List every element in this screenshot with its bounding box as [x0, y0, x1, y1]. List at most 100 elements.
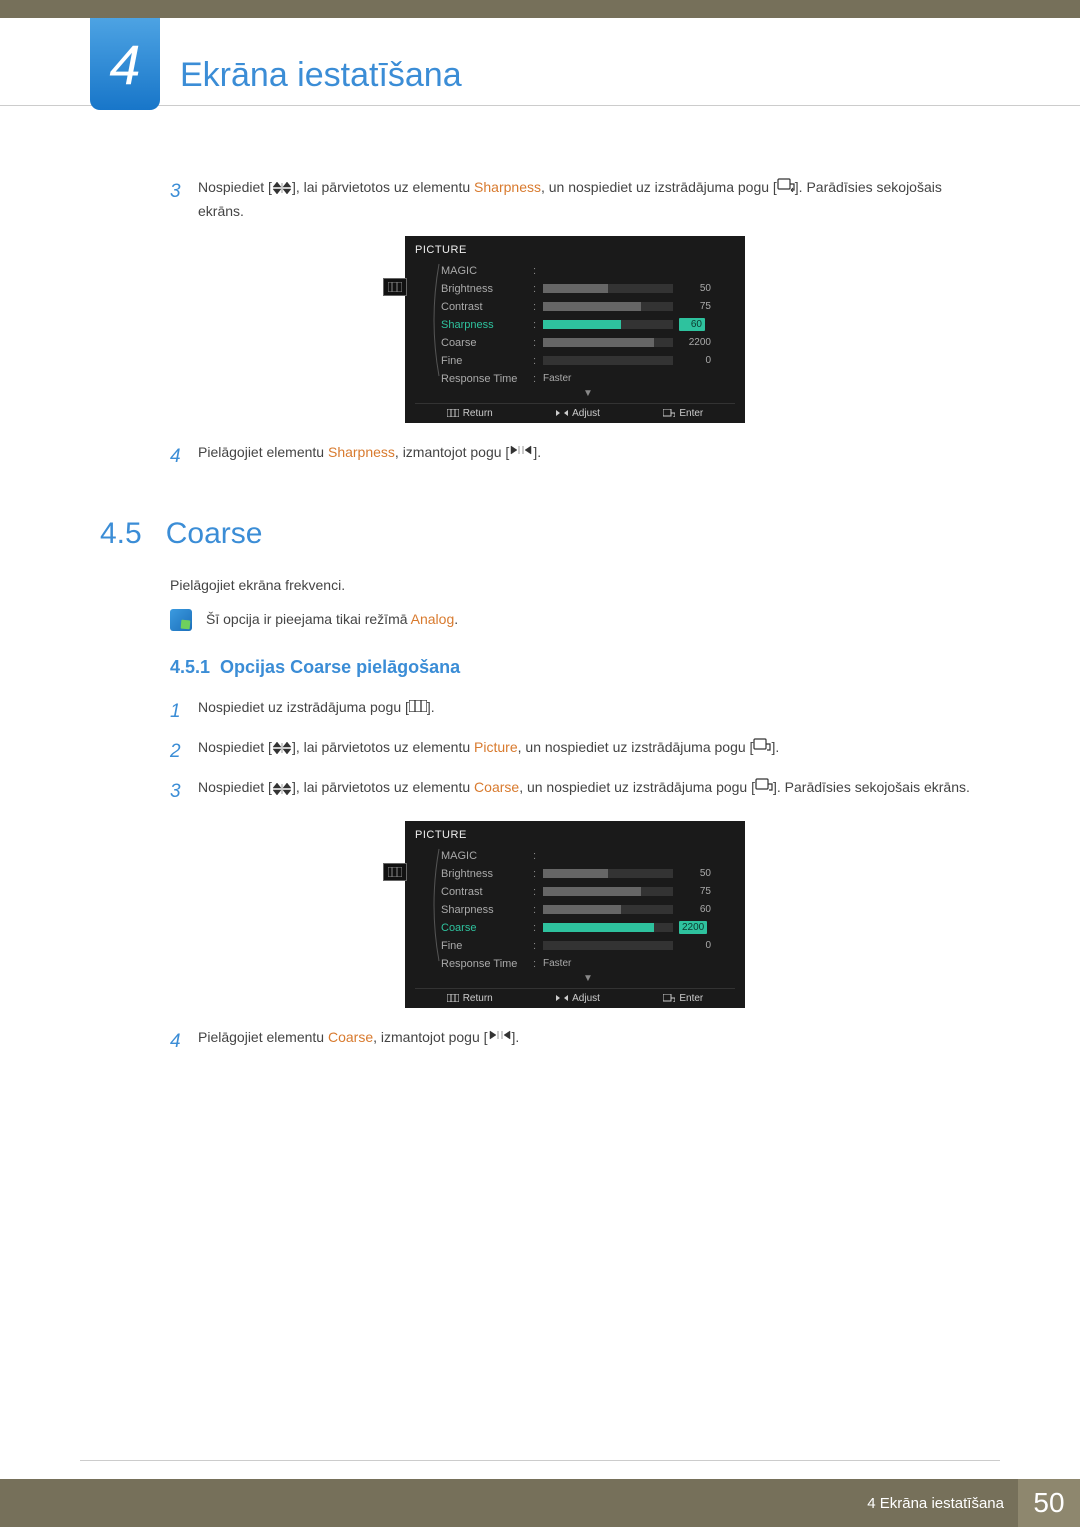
t: , un nospiediet uz izstrādājuma pogu [: [519, 779, 755, 795]
step-text: Nospiediet [ ], lai pārvietotos uz elemen…: [198, 776, 970, 808]
kw: Sharpness: [328, 444, 395, 460]
t: Nospiediet [: [198, 779, 272, 795]
v: 0: [679, 355, 711, 366]
t: ].: [771, 739, 779, 755]
v: 2200: [679, 337, 711, 348]
osd-row-fine: Fine:0: [441, 937, 735, 955]
osd-adjust: Adjust: [556, 993, 600, 1004]
t: ], lai pārvietotos uz elementu: [292, 779, 474, 795]
l: Sharpness: [441, 319, 533, 331]
kw: Coarse: [328, 1029, 373, 1045]
osd-curve: [427, 847, 441, 984]
kw: Coarse: [474, 779, 519, 795]
page-footer: 4 Ekrāna iestatīšana 50: [0, 1460, 1080, 1527]
osd-row-coarse: Coarse:2200: [441, 334, 735, 352]
v: 0: [679, 940, 711, 951]
t: Pielāgojiet elementu: [198, 1029, 328, 1045]
v: 60: [679, 904, 711, 915]
step-num: 3: [170, 176, 198, 224]
chapter-tab: 4: [90, 18, 160, 110]
step-text: Nospiediet [ ], lai pārvietotos uz elemen…: [198, 176, 980, 224]
keyword: Sharpness: [474, 179, 541, 195]
step-text: Nospiediet uz izstrādājuma pogu [].: [198, 696, 435, 728]
page-header: 4 Ekrāna iestatīšana: [0, 18, 1080, 106]
osd-row-response: Response Time:Faster: [441, 370, 735, 388]
t: ].: [533, 444, 541, 460]
l: MAGIC: [441, 850, 533, 862]
subsection-heading: 4.5.1 Opcijas Coarse pielāgošana: [170, 657, 980, 678]
t: Nospiediet [: [198, 179, 272, 195]
l: Brightness: [441, 868, 533, 880]
sub-num: 4.5.1: [170, 657, 210, 677]
t: ], lai pārvietotos uz elementu: [292, 179, 474, 195]
step-text: Nospiediet [], lai pārvietotos uz elemen…: [198, 736, 779, 768]
v: 2200: [679, 921, 707, 934]
t: ].: [512, 1029, 520, 1045]
v: 50: [679, 283, 711, 294]
sec-num: 4.5: [100, 517, 142, 550]
osd-side-icon: [383, 863, 407, 881]
v: 75: [679, 301, 711, 312]
osd-curve: [427, 262, 441, 399]
enter-icon: [753, 739, 771, 755]
t: , un nospiediet uz izstrādājuma pogu [: [541, 179, 777, 195]
osd-return: Return: [447, 993, 493, 1004]
section-heading: 4.5 Coarse: [100, 517, 980, 551]
enter-icon: [755, 779, 773, 795]
leftright-icon: [488, 1029, 512, 1045]
osd-row-response: Response Time:Faster: [441, 955, 735, 973]
footer-page-number: 50: [1018, 1479, 1080, 1527]
updown-icon: [272, 181, 292, 195]
sub-title: Opcijas Coarse pielāgošana: [220, 657, 460, 677]
osd-row-sharpness: Sharpness:60: [441, 316, 735, 334]
osd-row-brightness: Brightness:50: [441, 280, 735, 298]
t: ], lai pārvietotos uz elementu: [292, 739, 474, 755]
t: Pielāgojiet elementu: [198, 444, 328, 460]
t: Adjust: [572, 408, 600, 419]
t: , izmantojot pogu [: [395, 444, 509, 460]
t: Šī opcija ir pieejama tikai režīmā: [206, 611, 411, 627]
t: , izmantojot pogu [: [373, 1029, 487, 1045]
step-4b: 4 Pielāgojiet elementu Coarse, izmantojo…: [170, 1026, 980, 1058]
t: .: [454, 611, 458, 627]
osd-side-icon: [383, 278, 407, 296]
osd-enter: Enter: [663, 408, 703, 419]
v: 50: [679, 868, 711, 879]
osd-picture-sharpness: PICTURE MAGIC: Brightness:50 Contrast:75…: [405, 236, 745, 423]
note-icon: [170, 609, 192, 631]
step-num: 2: [170, 736, 198, 768]
t: Return: [463, 993, 493, 1004]
l: Response Time: [441, 958, 533, 970]
enter-icon: [777, 179, 795, 195]
chapter-title: Ekrāna iestatīšana: [180, 38, 1080, 95]
step-3: 3 Nospiediet [ ], lai pārvietotos uz elem…: [170, 176, 980, 224]
t: ].: [427, 699, 435, 715]
kw: Analog: [411, 611, 455, 627]
osd-adjust: Adjust: [556, 408, 600, 419]
osd-arrow-down-icon: ▼: [441, 973, 735, 984]
l: Coarse: [441, 922, 533, 934]
l: Brightness: [441, 283, 533, 295]
top-bar: [0, 0, 1080, 18]
v: 75: [679, 886, 711, 897]
note-text: Šī opcija ir pieejama tikai režīmā Analo…: [206, 609, 458, 627]
l: Coarse: [441, 337, 533, 349]
osd-arrow-down-icon: ▼: [441, 388, 735, 399]
note: Šī opcija ir pieejama tikai režīmā Analo…: [170, 609, 980, 631]
l: Contrast: [441, 301, 533, 313]
osd-row-magic: MAGIC:: [441, 262, 735, 280]
t: Nospiediet uz izstrādājuma pogu [: [198, 699, 409, 715]
leftright-icon: [509, 444, 533, 460]
step-3b: 3 Nospiediet [], lai pārvietotos uz elem…: [170, 776, 980, 808]
sec-title: Coarse: [166, 517, 263, 550]
step-2: 2 Nospiediet [], lai pārvietotos uz elem…: [170, 736, 980, 768]
footer-text: 4 Ekrāna iestatīšana: [867, 1495, 1004, 1512]
osd-title: PICTURE: [415, 829, 735, 841]
l: Contrast: [441, 886, 533, 898]
step-text: Pielāgojiet elementu Coarse, izmantojot …: [198, 1026, 519, 1058]
osd-footer: Return Adjust Enter: [415, 988, 735, 1004]
osd-row-magic: MAGIC:: [441, 847, 735, 865]
osd-return: Return: [447, 408, 493, 419]
menu-icon: [409, 699, 427, 715]
osd-row-coarse: Coarse:2200: [441, 919, 735, 937]
